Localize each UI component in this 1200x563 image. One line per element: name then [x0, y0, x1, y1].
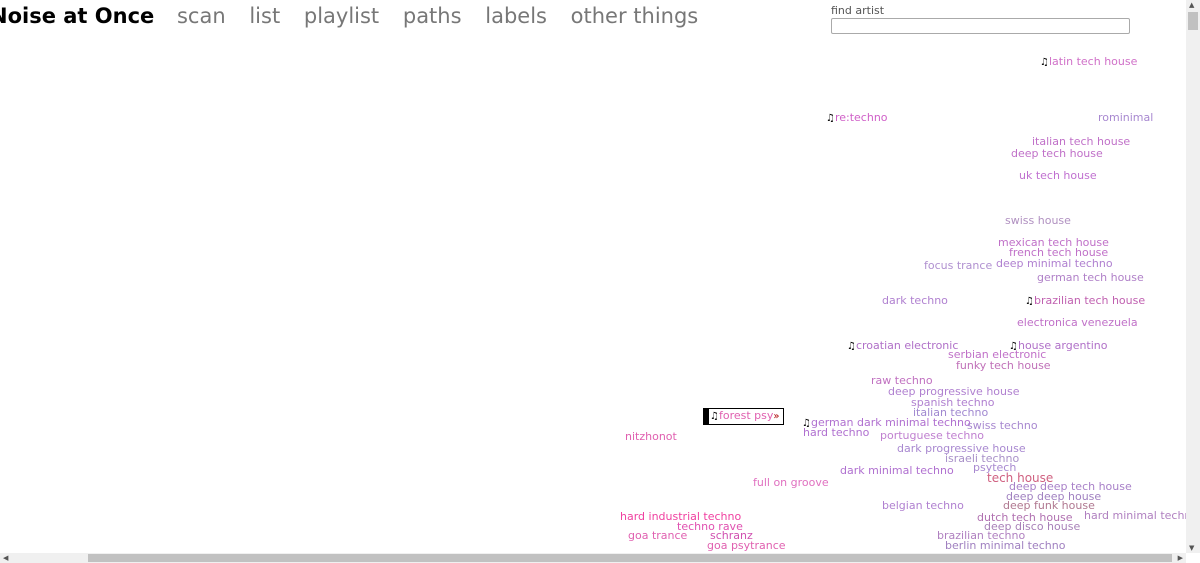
nav-playlist[interactable]: playlist [304, 4, 379, 28]
genre-deep-minimal-techno[interactable]: deep minimal techno [996, 258, 1113, 270]
nav-scan[interactable]: scan [177, 4, 226, 28]
scroll-left-icon[interactable]: ◀ [3, 554, 8, 562]
genre-rominimal[interactable]: rominimal [1098, 112, 1153, 124]
genre-label: rominimal [1098, 111, 1154, 124]
genre-portuguese-techno[interactable]: portuguese techno [880, 430, 984, 442]
play-note-icon[interactable]: ♫ [710, 411, 719, 422]
genre-label: goa psytrance [707, 539, 786, 552]
find-artist-label: find artist [831, 4, 885, 17]
genre-re-techno[interactable]: ♫re:techno [826, 112, 888, 125]
nav-other-things[interactable]: other things [571, 4, 699, 28]
genre-label: croatian electronic [855, 339, 959, 352]
find-artist: find artist [831, 4, 1130, 34]
genre-focus-trance[interactable]: focus trance [924, 260, 992, 272]
genre-berlin-minimal-techno[interactable]: berlin minimal techno [945, 540, 1065, 552]
horizontal-scrollbar[interactable]: ◀ ▶ [0, 553, 1186, 563]
genre-dark-techno[interactable]: dark techno [882, 295, 948, 307]
genre-label: brazilian tech house [1033, 294, 1146, 307]
genre-forest-psy[interactable]: ♫forest psy» [703, 408, 784, 425]
genre-brazilian-tech-house[interactable]: ♫brazilian tech house [1025, 295, 1145, 308]
genre-hard-techno[interactable]: hard techno [803, 427, 869, 439]
genre-label: hard techno [803, 426, 870, 439]
genre-label: belgian techno [882, 499, 964, 512]
genre-label: hard minimal techno [1084, 509, 1199, 522]
nav-paths[interactable]: paths [403, 4, 462, 28]
genre-goa-psytrance[interactable]: goa psytrance [707, 540, 786, 552]
genre-label: forest psy [718, 409, 774, 422]
genre-label: nitzhonot [625, 430, 677, 443]
genre-label: portuguese techno [880, 429, 985, 442]
play-note-icon[interactable]: ♫ [826, 113, 835, 124]
play-note-icon[interactable]: ♫ [1025, 296, 1034, 307]
genre-label: uk tech house [1019, 169, 1097, 182]
genre-label: dark techno [882, 294, 948, 307]
site-title[interactable]: Noise at Once [0, 4, 154, 28]
vertical-scroll-thumb[interactable] [1188, 12, 1198, 30]
genre-label: deep tech house [1011, 147, 1103, 160]
nav-labels[interactable]: labels [485, 4, 547, 28]
genre-hard-minimal-techno[interactable]: hard minimal techno [1084, 510, 1198, 522]
top-nav: Noise at Once scan list playlist paths l… [0, 4, 715, 28]
genre-label: electronica venezuela [1017, 316, 1138, 329]
genre-dark-minimal-techno[interactable]: dark minimal techno [840, 465, 954, 477]
scroll-right-icon[interactable]: ▶ [1178, 554, 1183, 562]
play-note-icon[interactable]: ♫ [847, 341, 856, 352]
play-note-icon[interactable]: ♫ [1040, 57, 1049, 68]
genre-swiss-house[interactable]: swiss house [1005, 215, 1071, 227]
horizontal-scroll-thumb[interactable] [88, 554, 1172, 562]
genre-label: funky tech house [956, 359, 1051, 372]
find-artist-input[interactable] [831, 18, 1130, 34]
genre-goa-trance[interactable]: goa trance [628, 530, 687, 542]
genre-deep-tech-house[interactable]: deep tech house [1011, 148, 1103, 160]
genre-label: latin tech house [1048, 55, 1138, 68]
genre-nitzhonot[interactable]: nitzhonot [625, 431, 677, 443]
genre-belgian-techno[interactable]: belgian techno [882, 500, 964, 512]
genre-label: german tech house [1037, 271, 1144, 284]
more-icon[interactable]: » [773, 411, 779, 422]
genre-full-on-groove[interactable]: full on groove [753, 477, 829, 489]
genre-uk-tech-house[interactable]: uk tech house [1019, 170, 1097, 182]
scroll-down-icon[interactable]: ▼ [1189, 544, 1194, 552]
genre-funky-tech-house[interactable]: funky tech house [956, 360, 1051, 372]
genre-label: dark minimal techno [840, 464, 954, 477]
genre-label: swiss house [1005, 214, 1071, 227]
genre-label: full on groove [753, 476, 829, 489]
genre-latin-tech-house[interactable]: ♫latin tech house [1040, 56, 1137, 69]
genre-label: deep minimal techno [996, 257, 1113, 270]
genre-label: re:techno [834, 111, 888, 124]
nav-list[interactable]: list [249, 4, 280, 28]
genre-electronica-venezuela[interactable]: electronica venezuela [1017, 317, 1138, 329]
genre-label: goa trance [628, 529, 688, 542]
scroll-up-icon[interactable]: ▲ [1189, 1, 1194, 9]
genre-label: berlin minimal techno [945, 539, 1066, 552]
genre-label: focus trance [924, 259, 993, 272]
genre-german-tech-house[interactable]: german tech house [1037, 272, 1144, 284]
genre-croatian-electronic[interactable]: ♫croatian electronic [847, 340, 958, 353]
vertical-scrollbar[interactable]: ▲ ▼ [1186, 0, 1200, 553]
